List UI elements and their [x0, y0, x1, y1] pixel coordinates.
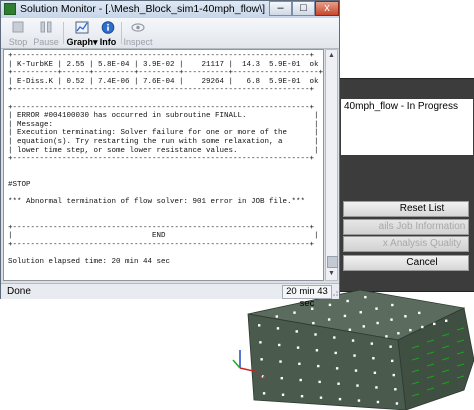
mesh-marker	[276, 327, 280, 330]
scroll-down-icon[interactable]: ▼	[326, 268, 337, 280]
mesh-marker	[346, 299, 349, 303]
mesh-marker	[392, 373, 395, 377]
mesh-marker	[421, 325, 424, 329]
mesh-marker	[433, 322, 436, 326]
mesh-marker	[394, 388, 397, 391]
graph-icon	[75, 21, 89, 34]
mesh-marker	[391, 303, 394, 307]
mesh-marker	[296, 346, 300, 349]
mesh-marker	[317, 364, 320, 368]
pause-icon	[40, 21, 52, 33]
console-text: +---------------------------------------…	[8, 52, 324, 267]
title-bar[interactable]: Solution Monitor - [.\Mesh_Block_sim1-40…	[1, 1, 339, 18]
toolbar-separator	[121, 22, 122, 44]
maximize-button[interactable]: □	[292, 1, 315, 16]
mesh-marker	[279, 360, 282, 363]
close-button[interactable]: x	[315, 1, 339, 16]
mesh-marker	[376, 400, 380, 404]
eye-icon	[131, 23, 145, 32]
mesh-marker	[370, 342, 374, 345]
resize-grip-icon[interactable]	[331, 287, 339, 297]
mesh-marker	[375, 307, 378, 310]
mesh-marker	[372, 357, 375, 360]
stop-icon	[12, 21, 24, 33]
mesh-marker	[318, 380, 321, 384]
mesh-marker	[418, 311, 421, 315]
mesh-marker	[295, 330, 298, 333]
mesh-marker	[395, 402, 399, 405]
mesh-marker	[312, 321, 315, 325]
mesh-marker	[333, 336, 336, 339]
mesh-marker	[319, 396, 323, 399]
mesh-marker	[315, 349, 319, 352]
mesh-marker	[397, 332, 400, 335]
mesh-marker	[278, 343, 281, 347]
mesh-marker	[281, 393, 285, 396]
status-text: Done	[7, 286, 31, 297]
mesh-marker	[348, 328, 352, 331]
mesh-block-view[interactable]: XC	[230, 290, 474, 410]
info-icon	[101, 21, 115, 34]
mesh-marker	[390, 359, 394, 363]
mesh-marker	[362, 325, 365, 328]
mesh-marker	[351, 339, 355, 342]
toolbar: Stop Pause Graph▾ Info Inspect	[1, 18, 339, 49]
mesh-marker	[328, 303, 332, 307]
solver-output-console[interactable]: +---------------------------------------…	[3, 49, 324, 281]
mesh-marker	[409, 328, 412, 332]
axis-x-label: XC	[258, 375, 268, 382]
mesh-marker	[354, 369, 358, 372]
mesh-marker	[260, 358, 263, 361]
status-bar: Done 20 min 43 sec	[1, 283, 339, 309]
solution-monitor-window: Solution Monitor - [.\Mesh_Block_sim1-40…	[0, 0, 340, 309]
mesh-marker	[375, 386, 378, 389]
mesh-marker	[357, 399, 361, 402]
mesh-marker	[275, 315, 279, 318]
mesh-marker	[404, 315, 407, 318]
mesh-marker	[259, 341, 262, 344]
mesh-marker	[390, 318, 393, 321]
mesh-marker	[293, 311, 296, 314]
mesh-marker	[335, 367, 339, 370]
mesh-marker	[445, 319, 448, 322]
mesh-marker	[327, 318, 331, 321]
app-icon	[4, 3, 16, 15]
reset-list-button[interactable]: Reset List	[343, 201, 469, 217]
mesh-marker	[376, 321, 379, 325]
mesh-marker	[298, 362, 301, 366]
mesh-marker	[300, 395, 304, 398]
mesh-marker	[364, 295, 367, 299]
mesh-marker	[353, 354, 356, 357]
analysis-quality-button[interactable]: x Analysis Quality	[343, 236, 469, 252]
mesh-marker	[257, 324, 261, 327]
mesh-marker	[280, 376, 283, 380]
mesh-marker	[389, 345, 392, 348]
mesh-marker	[356, 384, 359, 387]
mesh-marker	[373, 371, 377, 375]
info-button[interactable]: Info	[93, 20, 123, 47]
vertical-scrollbar[interactable]: ▲ ▼	[325, 49, 338, 281]
mesh-marker	[314, 333, 317, 336]
mesh-marker	[338, 397, 342, 401]
mesh-marker	[299, 378, 302, 382]
mesh-marker	[385, 335, 388, 338]
stop-button[interactable]: Stop	[3, 20, 33, 47]
mesh-marker	[359, 311, 362, 314]
job-status-text: 40mph_flow - In Progress	[341, 99, 473, 155]
mesh-marker	[334, 351, 337, 355]
mesh-marker	[343, 314, 347, 318]
minimize-button[interactable]: –	[269, 1, 292, 16]
mesh-marker	[262, 392, 266, 395]
scroll-up-icon[interactable]: ▲	[326, 50, 337, 62]
pause-button[interactable]: Pause	[31, 20, 61, 47]
scrollbar-thumb[interactable]	[327, 256, 338, 268]
job-information-button[interactable]: ails Job Information	[343, 219, 469, 235]
elapsed-time: 20 min 43 sec	[282, 285, 332, 309]
mesh-marker	[337, 382, 340, 385]
cancel-button[interactable]: Cancel	[343, 255, 469, 271]
inspect-button[interactable]: Inspect	[123, 20, 153, 47]
window-title: Solution Monitor - [.\Mesh_Block_sim1-40…	[20, 3, 266, 15]
